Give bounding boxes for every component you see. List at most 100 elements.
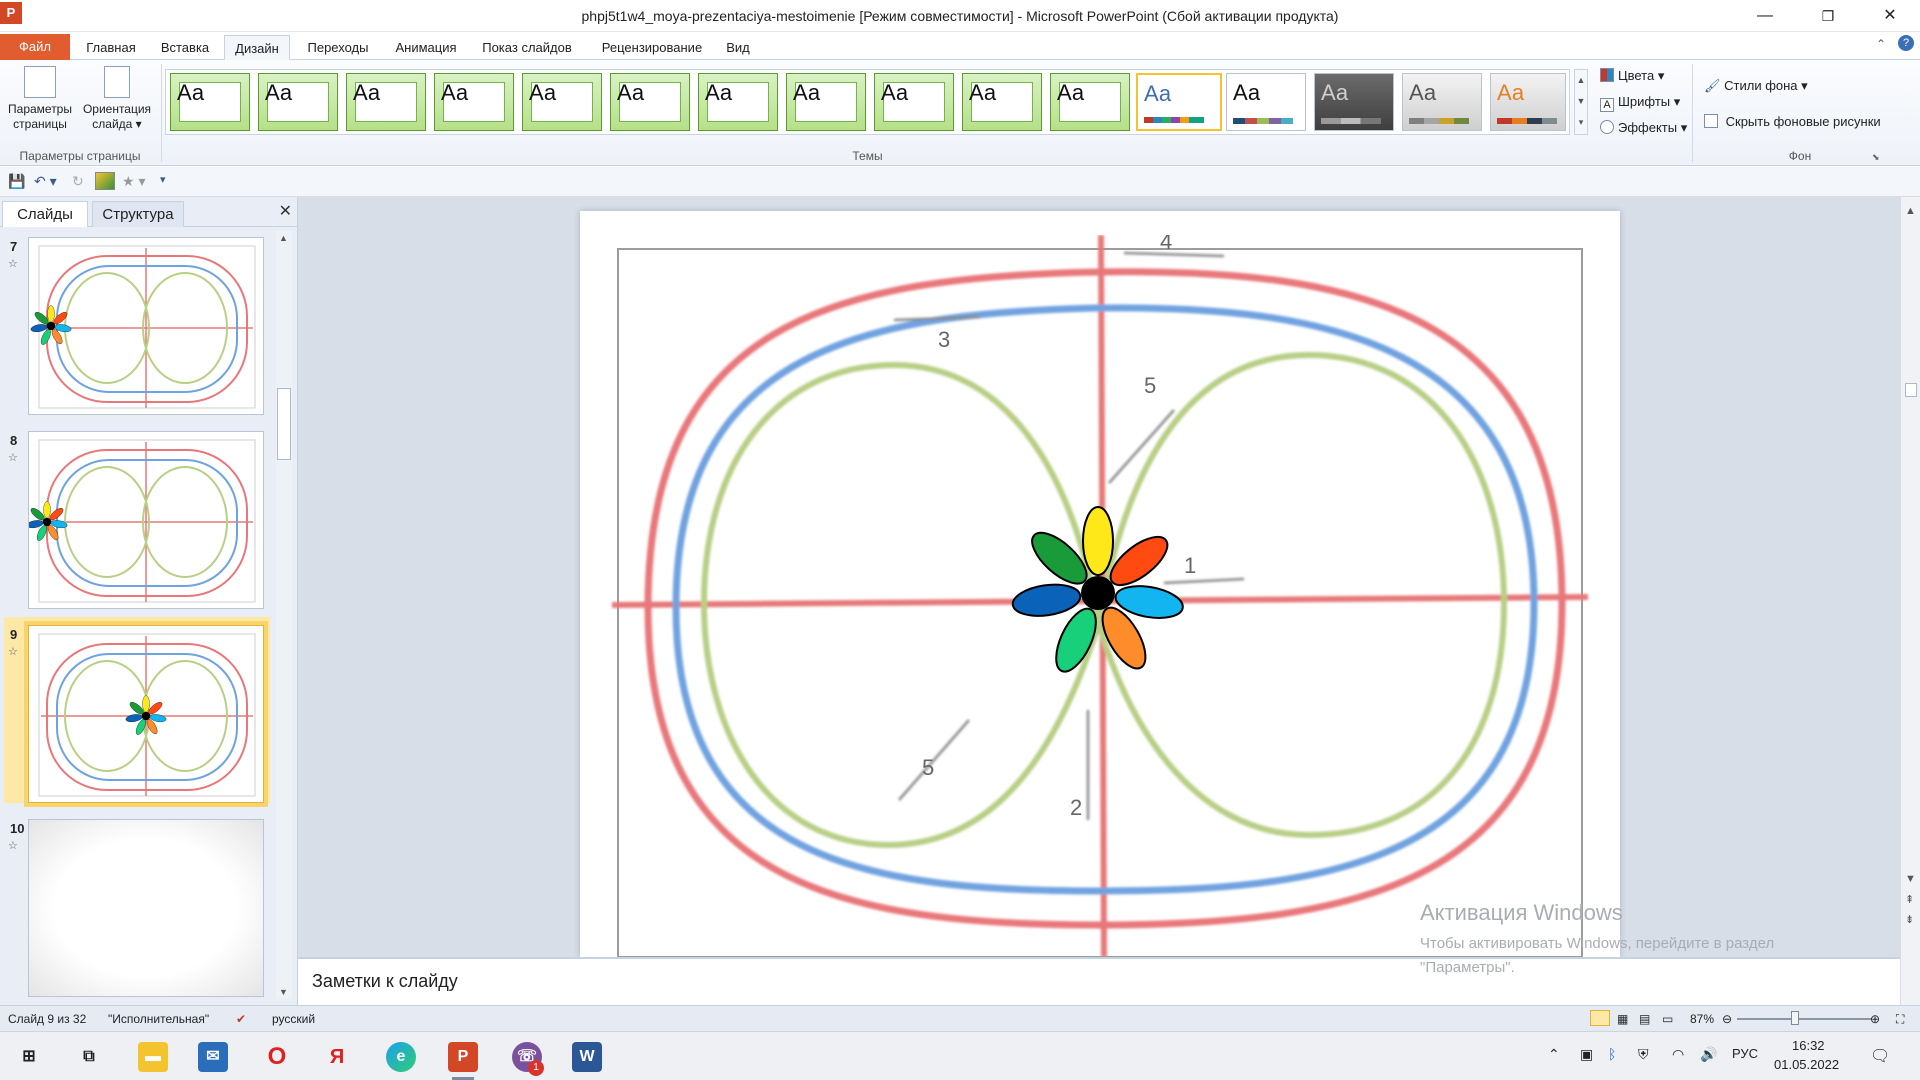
tab-view[interactable]: Вид bbox=[718, 35, 758, 60]
slide-thumbnail-9[interactable] bbox=[24, 621, 268, 807]
reading-view-icon[interactable]: ▤ bbox=[1639, 1012, 1650, 1026]
track-label: 5 bbox=[1144, 373, 1156, 398]
mail-icon[interactable]: ✉ bbox=[198, 1042, 228, 1072]
dialog-launcher-icon[interactable]: ⬊ bbox=[1872, 152, 1880, 163]
star-icon[interactable]: ★ ▾ bbox=[122, 173, 145, 190]
opera-icon[interactable]: O bbox=[262, 1042, 292, 1072]
theme-thumb[interactable]: Аа bbox=[170, 73, 250, 131]
redo-icon[interactable]: ↻ bbox=[72, 173, 84, 190]
effects-icon bbox=[1600, 120, 1614, 134]
hide-background-graphics-checkbox[interactable]: Скрыть фоновые рисунки bbox=[1704, 114, 1881, 129]
tab-outline[interactable]: Структура bbox=[92, 201, 184, 227]
theme-thumb[interactable]: Аа bbox=[522, 73, 602, 131]
tab-insert[interactable]: Вставка bbox=[152, 35, 218, 60]
background-styles-button[interactable]: 🖌 Стили фона ▾ bbox=[1704, 78, 1808, 94]
themes-gallery-scroll[interactable]: ▲ ▼ ▾ bbox=[1574, 69, 1588, 135]
theme-thumb[interactable]: Аа bbox=[346, 73, 426, 131]
normal-view-icon[interactable] bbox=[1590, 1010, 1610, 1026]
prev-slide-icon[interactable]: ⇞ bbox=[1905, 893, 1914, 906]
word-icon[interactable]: W bbox=[572, 1042, 602, 1072]
tab-transitions[interactable]: Переходы bbox=[298, 35, 378, 60]
flower-shape[interactable] bbox=[1011, 506, 1186, 677]
theme-thumb[interactable]: Аа bbox=[786, 73, 866, 131]
fit-to-window-icon[interactable]: ⛶ bbox=[1896, 1012, 1904, 1027]
slides-pane-scrollbar[interactable]: ▲ ▼ bbox=[276, 231, 292, 999]
tab-review[interactable]: Рецензирование bbox=[590, 35, 714, 60]
ribbon-collapse-icon[interactable]: ⌃ bbox=[1876, 37, 1886, 51]
clock-date[interactable]: 01.05.2022 bbox=[1774, 1057, 1839, 1072]
spellcheck-icon[interactable]: ✔ bbox=[236, 1012, 246, 1026]
bluetooth-icon[interactable]: ᛒ bbox=[1608, 1046, 1616, 1062]
colors-icon bbox=[1600, 68, 1614, 82]
clock-time[interactable]: 16:32 bbox=[1792, 1038, 1825, 1053]
tray-device-icon[interactable]: ▣ bbox=[1580, 1046, 1593, 1063]
tab-design[interactable]: Дизайн bbox=[224, 35, 290, 60]
minimize-button[interactable]: — bbox=[1737, 0, 1793, 32]
slide-sorter-icon[interactable]: ▦ bbox=[1617, 1012, 1628, 1026]
notifications-icon[interactable]: 🗨 bbox=[1870, 1046, 1890, 1066]
background-group-label: Фон bbox=[1788, 149, 1812, 163]
theme-fonts-button[interactable]: A Шрифты ▾ bbox=[1600, 94, 1680, 112]
theme-thumb[interactable]: Аа bbox=[1402, 73, 1482, 131]
slide-thumbnail-10[interactable] bbox=[28, 819, 264, 997]
slide-thumbnail-8[interactable] bbox=[28, 431, 264, 609]
slide-orientation-button[interactable]: Ориентация слайда ▾ bbox=[78, 66, 156, 132]
wifi-icon[interactable]: ◠ bbox=[1672, 1046, 1684, 1063]
restore-button[interactable]: ❐ bbox=[1800, 0, 1856, 32]
theme-colors-button[interactable]: Цвета ▾ bbox=[1600, 68, 1664, 84]
windows-start-icon[interactable]: ⊞ bbox=[14, 1042, 44, 1072]
tab-home[interactable]: Главная bbox=[78, 35, 144, 60]
tab-file[interactable]: Файл bbox=[0, 34, 70, 60]
yandex-browser-icon[interactable]: Я bbox=[322, 1042, 352, 1072]
zoom-slider-track[interactable] bbox=[1737, 1018, 1872, 1020]
theme-thumb[interactable]: Аа bbox=[258, 73, 338, 131]
theme-thumb[interactable]: Аа bbox=[1314, 73, 1394, 131]
slide-thumbnail-7[interactable] bbox=[28, 237, 264, 415]
customize-toolbar-icon[interactable]: ▾ bbox=[160, 173, 166, 186]
input-language[interactable]: РУС bbox=[1732, 1046, 1758, 1061]
background-styles-icon: 🖌 bbox=[1704, 78, 1721, 93]
zoom-level[interactable]: 87% bbox=[1690, 1012, 1714, 1026]
theme-thumb[interactable]: Аа bbox=[1490, 73, 1566, 131]
editor-scrollbar[interactable]: ▲ ▼ ⇞ ⇟ bbox=[1900, 197, 1920, 1005]
tab-slides[interactable]: Слайды bbox=[2, 201, 88, 227]
page-setup-button[interactable]: Параметры страницы bbox=[4, 66, 76, 132]
scroll-up-icon[interactable]: ▲ bbox=[1905, 205, 1916, 217]
save-icon[interactable]: 💾 bbox=[8, 173, 25, 190]
file-explorer-icon[interactable]: ▬ bbox=[138, 1042, 168, 1072]
theme-thumb-current[interactable]: Аа bbox=[1136, 73, 1222, 131]
theme-thumb[interactable]: Аа bbox=[1050, 73, 1130, 131]
close-pane-icon[interactable]: ✕ bbox=[279, 201, 292, 221]
powerpoint-taskbar-icon[interactable]: P bbox=[448, 1042, 478, 1072]
theme-effects-button[interactable]: Эффекты ▾ bbox=[1600, 120, 1687, 136]
theme-thumb[interactable]: Аа bbox=[434, 73, 514, 131]
edge-icon[interactable]: e bbox=[386, 1042, 416, 1072]
layout-icon[interactable] bbox=[95, 172, 115, 190]
undo-icon[interactable]: ↶ ▾ bbox=[34, 173, 57, 190]
language-indicator[interactable]: русский bbox=[272, 1012, 315, 1026]
close-button[interactable]: ✕ bbox=[1862, 0, 1918, 32]
theme-thumb[interactable]: Аа bbox=[610, 73, 690, 131]
scroll-thumb[interactable] bbox=[277, 388, 291, 460]
theme-thumb[interactable]: Аа bbox=[698, 73, 778, 131]
tab-slideshow[interactable]: Показ слайдов bbox=[474, 35, 580, 60]
tray-chevron-icon[interactable]: ⌃ bbox=[1548, 1046, 1560, 1063]
volume-icon[interactable]: 🔊 bbox=[1700, 1046, 1717, 1063]
next-slide-icon[interactable]: ⇟ bbox=[1905, 913, 1914, 926]
scroll-thumb[interactable] bbox=[1905, 383, 1917, 397]
tab-animation[interactable]: Анимация bbox=[386, 35, 466, 60]
help-icon[interactable]: ? bbox=[1898, 35, 1914, 51]
slide-canvas[interactable]: 4 3 5 1 5 2 bbox=[580, 211, 1620, 957]
security-icon[interactable]: ⛨ bbox=[1638, 1046, 1649, 1063]
zoom-in-icon[interactable]: ⊕ bbox=[1870, 1012, 1880, 1026]
theme-thumb[interactable]: Аа bbox=[1226, 73, 1306, 131]
task-view-icon[interactable]: ⧉ bbox=[74, 1042, 104, 1072]
notification-badge: 1 bbox=[528, 1060, 544, 1076]
zoom-out-icon[interactable]: ⊖ bbox=[1722, 1012, 1732, 1026]
scroll-down-icon[interactable]: ▼ bbox=[1905, 873, 1916, 885]
zoom-slider-knob[interactable] bbox=[1791, 1011, 1799, 1025]
theme-thumb[interactable]: Аа bbox=[874, 73, 954, 131]
theme-thumb[interactable]: Аа bbox=[962, 73, 1042, 131]
slide-number: 7 bbox=[10, 239, 18, 254]
slideshow-icon[interactable]: ▭ bbox=[1662, 1012, 1673, 1026]
